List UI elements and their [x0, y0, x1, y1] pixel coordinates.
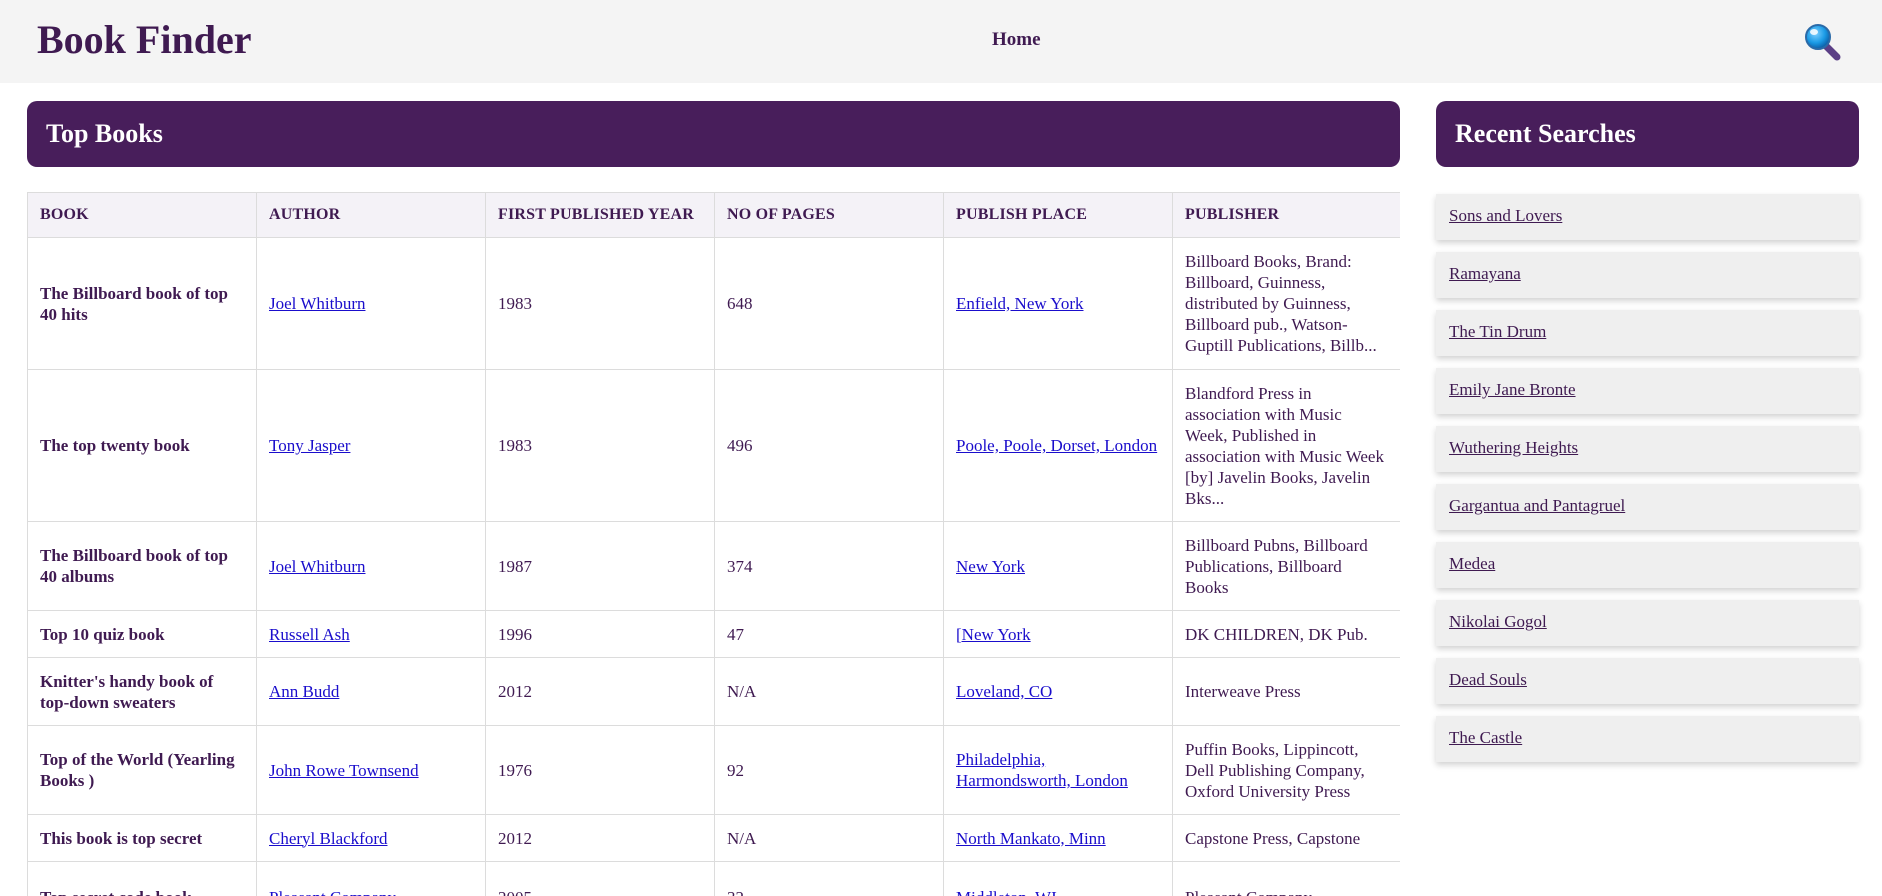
list-item: Nikolai Gogol [1436, 600, 1859, 646]
recent-search-link[interactable]: Medea [1449, 554, 1495, 573]
page-count: 648 [714, 237, 944, 370]
recent-search-link[interactable]: The Tin Drum [1449, 322, 1546, 341]
recent-searches-list: Sons and Lovers Ramayana The Tin Drum Em… [1436, 194, 1859, 774]
publisher: Blandford Press in association with Musi… [1172, 369, 1400, 522]
column-header-pages: NO OF PAGES [714, 192, 944, 238]
page-count: N/A [714, 814, 944, 862]
published-year: 2005 [485, 861, 715, 896]
publish-place-link[interactable]: Middleton, WI [956, 888, 1057, 896]
author-link[interactable]: Russell Ash [269, 625, 350, 644]
column-header-book: BOOK [27, 192, 257, 238]
recent-search-link[interactable]: Ramayana [1449, 264, 1521, 283]
book-title: Top of the World (Yearling Books ) [27, 725, 257, 815]
table-row: Top of the World (Yearling Books ) John … [27, 725, 1400, 815]
recent-search-link[interactable]: Gargantua and Pantagruel [1449, 496, 1625, 515]
published-year: 1983 [485, 237, 715, 370]
list-item: Emily Jane Bronte [1436, 368, 1859, 414]
column-header-publisher: PUBLISHER [1172, 192, 1400, 238]
published-year: 1996 [485, 610, 715, 658]
top-books-header: Top Books [27, 101, 1400, 167]
list-item: The Castle [1436, 716, 1859, 762]
book-title: The top twenty book [27, 369, 257, 522]
list-item: Gargantua and Pantagruel [1436, 484, 1859, 530]
top-books-table-container: BOOK AUTHOR FIRST PUBLISHED YEAR NO OF P… [27, 192, 1400, 896]
publisher: Billboard Pubns, Billboard Publications,… [1172, 521, 1400, 611]
author-link[interactable]: John Rowe Townsend [269, 761, 419, 780]
recent-search-link[interactable]: Nikolai Gogol [1449, 612, 1547, 631]
list-item: Wuthering Heights [1436, 426, 1859, 472]
recent-search-link[interactable]: Emily Jane Bronte [1449, 380, 1576, 399]
book-title: The Billboard book of top 40 hits [27, 237, 257, 370]
author-link[interactable]: Tony Jasper [269, 436, 350, 455]
publisher: Billboard Books, Brand: Billboard, Guinn… [1172, 237, 1400, 370]
list-item: The Tin Drum [1436, 310, 1859, 356]
recent-searches-header: Recent Searches [1436, 101, 1859, 167]
table-row: Knitter's handy book of top-down sweater… [27, 657, 1400, 726]
table-row: The Billboard book of top 40 hits Joel W… [27, 237, 1400, 370]
list-item: Dead Souls [1436, 658, 1859, 704]
table-row: The Billboard book of top 40 albums Joel… [27, 521, 1400, 611]
table-row: Top 10 quiz book Russell Ash 1996 47 [Ne… [27, 610, 1400, 658]
recent-search-link[interactable]: The Castle [1449, 728, 1522, 747]
publish-place-link[interactable]: North Mankato, Minn [956, 829, 1106, 848]
author-link[interactable]: Ann Budd [269, 682, 339, 701]
list-item: Sons and Lovers [1436, 194, 1859, 240]
column-header-author: AUTHOR [256, 192, 486, 238]
publish-place-link[interactable]: Loveland, CO [956, 682, 1052, 701]
book-title: Top 10 quiz book [27, 610, 257, 658]
recent-search-link[interactable]: Dead Souls [1449, 670, 1527, 689]
brand-title[interactable]: Book Finder [37, 16, 251, 64]
table-row: This book is top secret Cheryl Blackford… [27, 814, 1400, 862]
book-title: Knitter's handy book of top-down sweater… [27, 657, 257, 726]
publish-place-link[interactable]: [New York [956, 625, 1031, 644]
author-link[interactable]: Joel Whitburn [269, 557, 365, 576]
publish-place-link[interactable]: Poole, Poole, Dorset, London [956, 436, 1157, 455]
list-item: Ramayana [1436, 252, 1859, 298]
table-header-row: BOOK AUTHOR FIRST PUBLISHED YEAR NO OF P… [27, 192, 1400, 238]
published-year: 2012 [485, 814, 715, 862]
search-icon [1805, 24, 1841, 61]
page-count: 47 [714, 610, 944, 658]
recent-search-link[interactable]: Wuthering Heights [1449, 438, 1578, 457]
page-count: 92 [714, 725, 944, 815]
author-link[interactable]: Pleasant Company [269, 888, 396, 896]
publish-place-link[interactable]: Philadelphia, Harmondsworth, London [956, 750, 1128, 790]
publisher: Interweave Press [1172, 657, 1400, 726]
published-year: 1983 [485, 369, 715, 522]
nav-home-link[interactable]: Home [992, 29, 1041, 51]
column-header-first-published-year: FIRST PUBLISHED YEAR [485, 192, 715, 238]
author-link[interactable]: Joel Whitburn [269, 294, 365, 313]
top-navbar: Book Finder Home [0, 0, 1882, 83]
page-count: N/A [714, 657, 944, 726]
search-button[interactable] [1802, 22, 1842, 62]
publisher: Puffin Books, Lippincott, Dell Publishin… [1172, 725, 1400, 815]
published-year: 1976 [485, 725, 715, 815]
publisher: DK CHILDREN, DK Pub. [1172, 610, 1400, 658]
author-link[interactable]: Cheryl Blackford [269, 829, 388, 848]
publisher: Pleasant Company [1172, 861, 1400, 896]
top-books-table: BOOK AUTHOR FIRST PUBLISHED YEAR NO OF P… [27, 192, 1400, 896]
table-row: Top secret code book Pleasant Company 20… [27, 861, 1400, 896]
book-title: Top secret code book [27, 861, 257, 896]
page-count: 496 [714, 369, 944, 522]
page-count: 374 [714, 521, 944, 611]
published-year: 1987 [485, 521, 715, 611]
published-year: 2012 [485, 657, 715, 726]
book-title: This book is top secret [27, 814, 257, 862]
book-title: The Billboard book of top 40 albums [27, 521, 257, 611]
publish-place-link[interactable]: New York [956, 557, 1025, 576]
list-item: Medea [1436, 542, 1859, 588]
column-header-publish-place: PUBLISH PLACE [943, 192, 1173, 238]
recent-search-link[interactable]: Sons and Lovers [1449, 206, 1562, 225]
publish-place-link[interactable]: Enfield, New York [956, 294, 1084, 313]
table-row: The top twenty book Tony Jasper 1983 496… [27, 369, 1400, 522]
page-count: 32 [714, 861, 944, 896]
publisher: Capstone Press, Capstone [1172, 814, 1400, 862]
